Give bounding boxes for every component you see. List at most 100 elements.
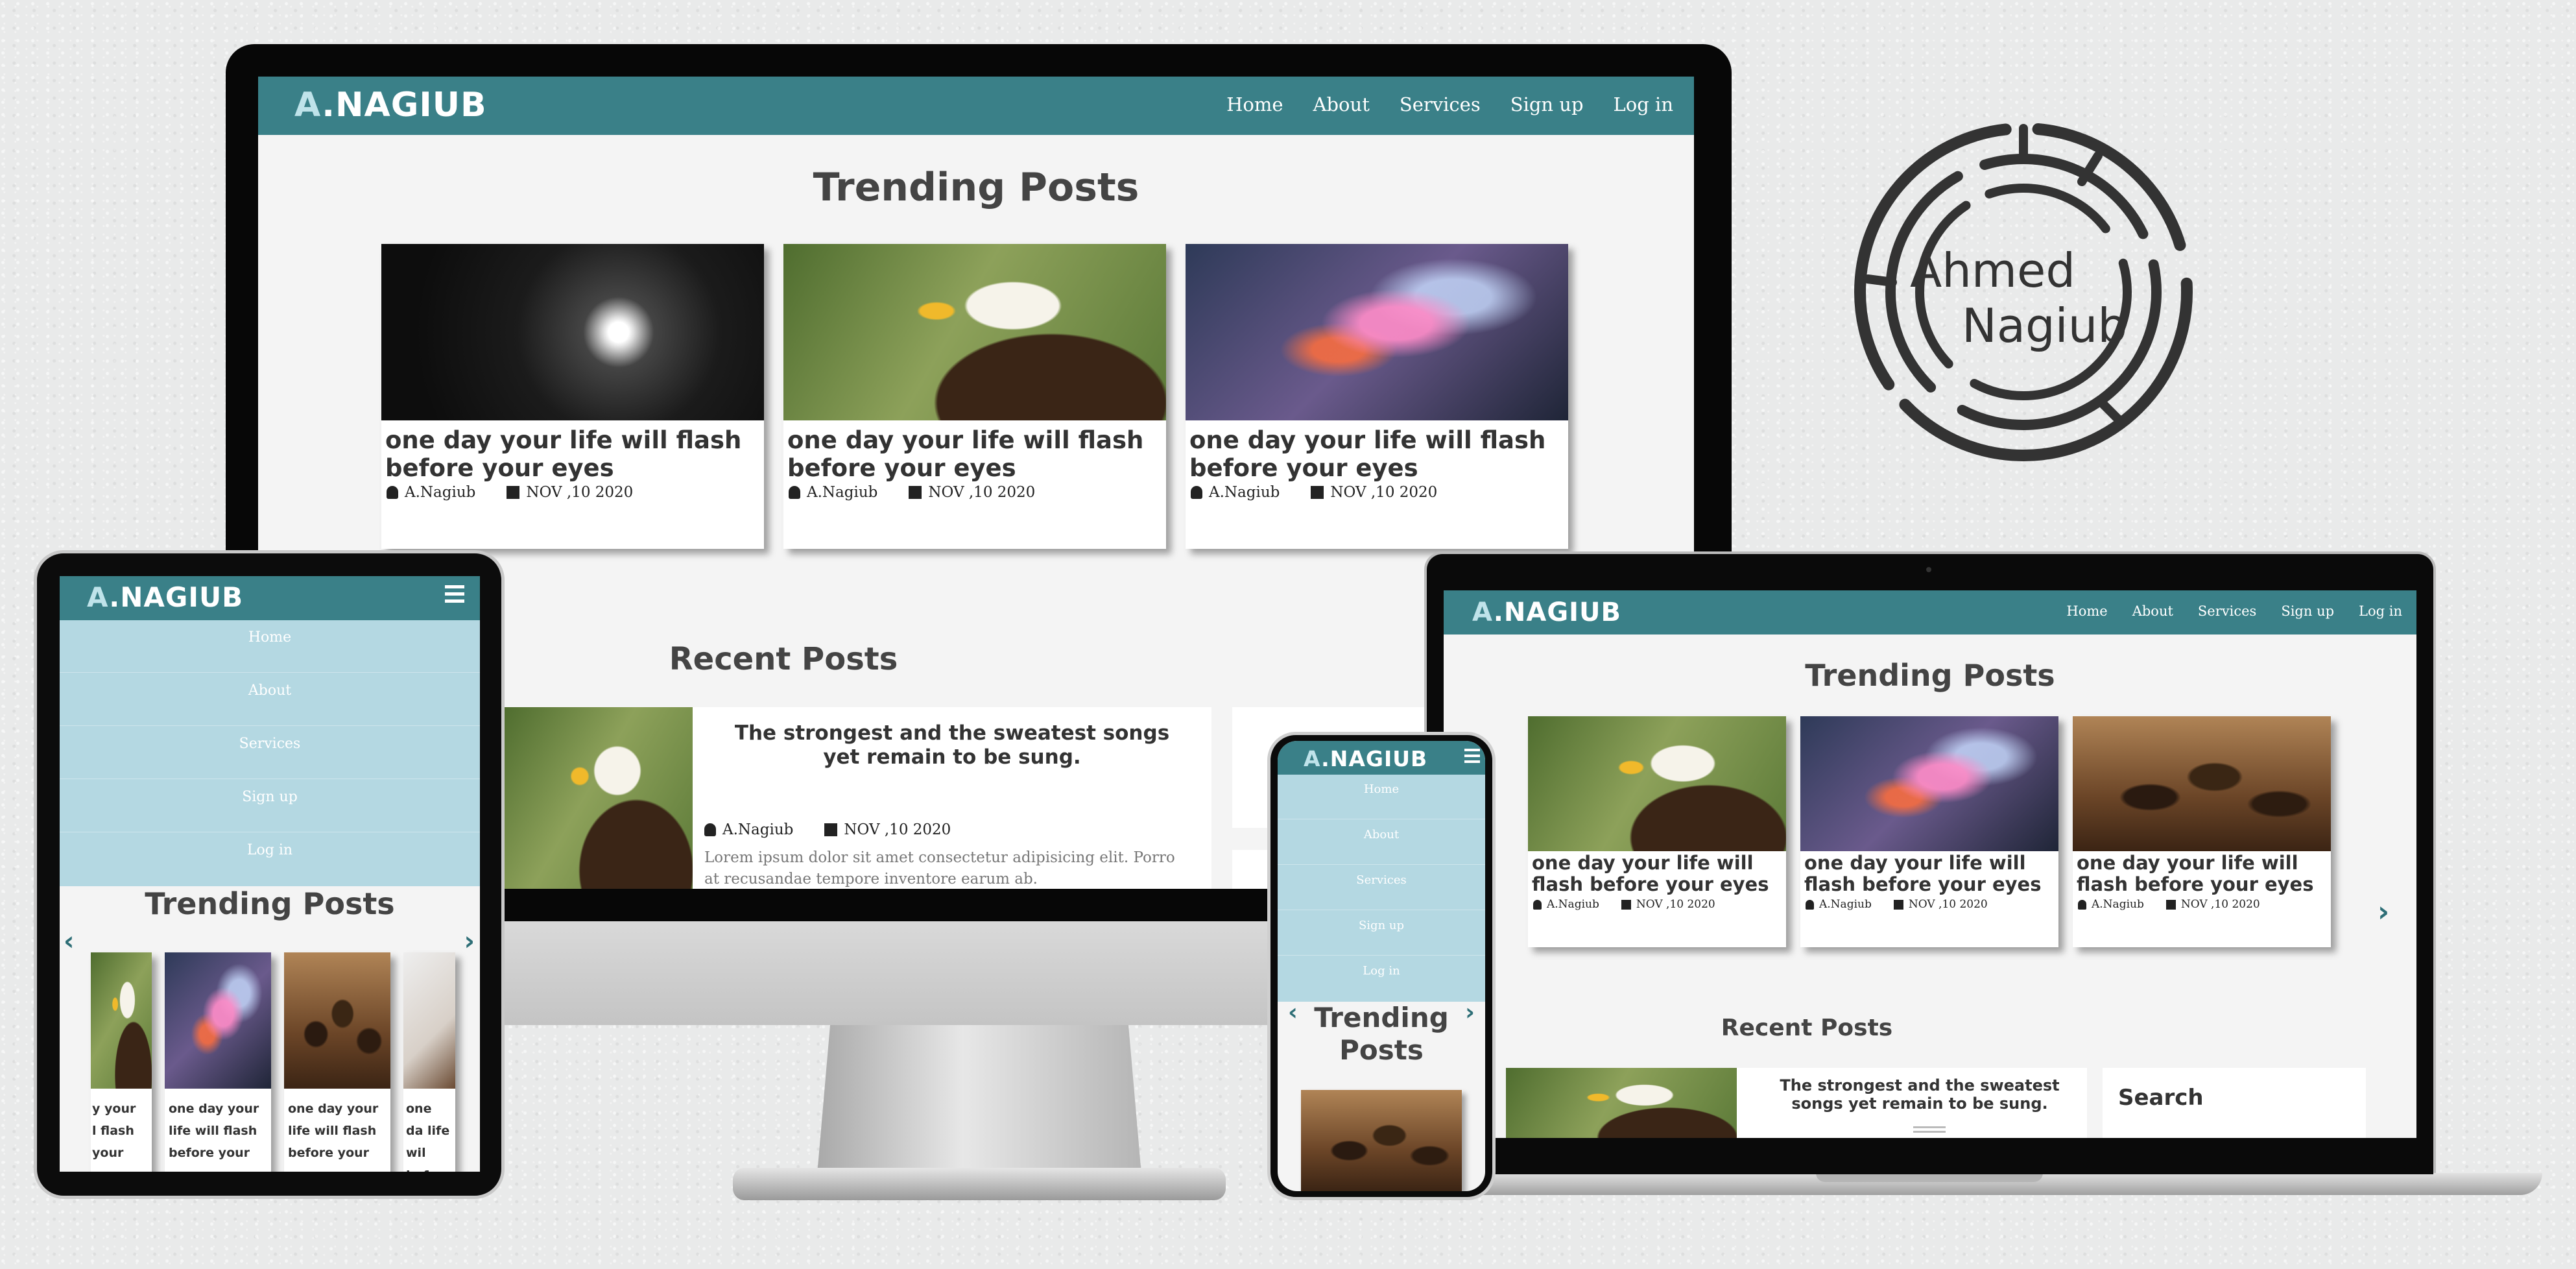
post-title[interactable]: one day your life will flash before your… [288,1098,385,1172]
post-card[interactable]: one day your life will flash before your… [381,244,764,549]
recent-post-author: A.Nagiub [722,821,794,838]
post-card[interactable]: one da life wil before [403,952,455,1172]
post-title[interactable]: one day your life will flash before your… [169,1098,266,1172]
hamburger-icon[interactable] [1464,749,1480,764]
post-image [783,244,1166,420]
laptop-notch [1816,1173,2043,1182]
sidebar-search-box: Search [2103,1068,2366,1138]
recent-title: Recent Posts [1721,1015,1893,1041]
calendar-icon [1311,486,1324,499]
brand-logo[interactable]: A.NAGIUB [87,581,243,613]
post-card[interactable]: one day your life will flash before your… [284,952,390,1172]
chevron-right-icon[interactable]: › [1465,999,1475,1026]
chevron-left-icon[interactable]: ‹ [64,926,74,956]
recent-post-image [1506,1068,1737,1138]
chevron-right-icon[interactable]: › [464,926,475,956]
phone-screen: A.NAGIUB Home About Services Sign up Log… [1278,741,1485,1191]
post-card[interactable]: one day your life will flash before your… [165,952,271,1172]
post-title[interactable]: one da life wil before [406,1098,451,1172]
post-author: A.Nagiub [2092,898,2144,911]
nav-about[interactable]: About [2132,603,2173,619]
search-heading: Search [2118,1085,2204,1111]
post-card[interactable]: y your l flash your [91,952,152,1172]
post-title[interactable]: one day your life will flash before your… [1189,426,1559,482]
nav-signup[interactable]: Sign up [1510,93,1584,115]
menu-home[interactable]: Home [1278,782,1485,819]
tablet-menu: Home About Services Sign up Log in [60,620,480,886]
post-card[interactable]: one day your life will flash before your… [1186,244,1568,549]
post-card[interactable]: one day your life will flash before your… [2073,716,2331,947]
post-image [2073,716,2331,851]
ahmed-nagiub-logo: Ahmed Nagiub [1842,110,2205,474]
post-image [91,952,152,1089]
nav-home[interactable]: Home [2066,603,2107,619]
brand-logo[interactable]: A.NAGIUB [1472,598,1621,627]
post-card[interactable]: one day your life will flash before your… [783,244,1166,549]
recent-post-meta: A.Nagiub NOV ,10 2020 [704,821,951,838]
post-meta: A.Nagiub NOV ,10 2020 [2078,898,2260,911]
calendar-icon [824,823,838,836]
post-date: NOV ,10 2020 [526,484,634,501]
menu-signup[interactable]: Sign up [60,789,480,832]
post-image [284,952,390,1089]
post-meta: A.Nagiub NOV ,10 2020 [1533,898,1715,911]
post-title[interactable]: y your l flash your [92,1098,144,1165]
nav-login[interactable]: Log in [2359,603,2402,619]
post-image [403,952,455,1089]
menu-home[interactable]: Home [60,629,480,673]
user-icon [704,823,716,836]
post-card[interactable]: one day your life will flash before your… [1528,716,1786,947]
post-image [165,952,271,1089]
chevron-right-icon[interactable]: › [2378,895,2389,928]
recent-post-title[interactable]: The strongest and the sweatest songs yet… [1765,1076,2074,1113]
post-title[interactable]: one day your life will flash before your… [1532,852,1785,896]
nav-home[interactable]: Home [1226,93,1283,115]
laptop-camera [1926,567,1931,572]
laptop-screen: A.NAGIUB Home About Services Sign up Log… [1444,590,2416,1138]
menu-services[interactable]: Services [60,736,480,779]
post-title[interactable]: one day your life will flash before your… [1804,852,2057,896]
menu-signup[interactable]: Sign up [1278,919,1485,956]
nav-login[interactable]: Log in [1614,93,1673,115]
nav-services[interactable]: Services [2198,603,2256,619]
recent-post-card[interactable]: The strongest and the sweatest songs yet… [1506,1068,2087,1138]
post-image [1186,244,1568,420]
user-icon [1191,486,1202,499]
calendar-icon [2165,899,2176,910]
post-author: A.Nagiub [807,484,878,501]
post-meta: A.Nagiub NOV ,10 2020 [1191,484,1437,501]
calendar-icon [909,486,922,499]
menu-about[interactable]: About [1278,828,1485,865]
post-title[interactable]: one day your life will flash before your… [2077,852,2330,896]
navbar: A.NAGIUB Home About Services Sign up Log… [258,77,1694,135]
phone-menu: Home About Services Sign up Log in [1278,775,1485,1002]
post-author: A.Nagiub [1819,898,1872,911]
calendar-icon [1893,899,1903,910]
menu-about[interactable]: About [60,683,480,726]
nav-services[interactable]: Services [1400,93,1481,115]
nav-about[interactable]: About [1313,93,1370,115]
tablet-navbar: A.NAGIUB [60,576,480,620]
hamburger-icon[interactable] [445,585,464,605]
recent-post-title[interactable]: The strongest and the sweatest songs yet… [719,721,1186,769]
post-date: NOV ,10 2020 [2180,898,2260,911]
laptop-hinge-mark [1913,1126,1946,1133]
post-title[interactable]: one day your life will flash before your… [385,426,755,482]
menu-login[interactable]: Log in [1278,964,1485,1000]
brand-logo[interactable]: A.NAGIUB [294,86,487,125]
laptop-navbar: A.NAGIUB Home About Services Sign up Log… [1444,590,2416,634]
nav-signup[interactable]: Sign up [2281,603,2334,619]
post-date: NOV ,10 2020 [1330,484,1438,501]
chevron-left-icon[interactable]: ‹ [1288,999,1298,1026]
post-title[interactable]: one day your life will flash before your… [787,426,1157,482]
post-image [1528,716,1786,851]
brand-logo[interactable]: A.NAGIUB [1304,746,1427,771]
post-date: NOV ,10 2020 [1908,898,1988,911]
recent-post-image [505,707,693,889]
menu-login[interactable]: Log in [60,842,480,885]
logo-line1: Ahmed [1910,243,2076,298]
menu-services[interactable]: Services [1278,873,1485,910]
monitor-base [733,1168,1226,1200]
recent-post-card[interactable]: The strongest and the sweatest songs yet… [505,707,1211,889]
post-card[interactable]: one day your life will flash before your… [1800,716,2058,947]
